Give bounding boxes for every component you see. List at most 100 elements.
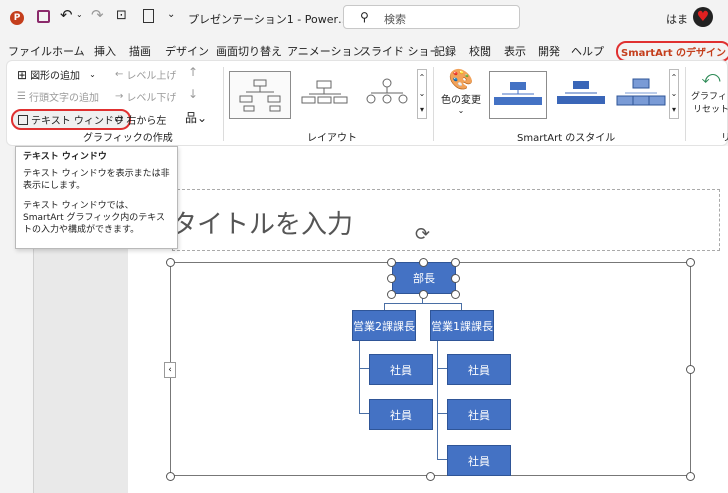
ribbon-tabs: ファイル ホーム 挿入 描画 デザイン 画面切り替え アニメーション スライド … <box>0 38 728 62</box>
style-gallery-scroll[interactable]: ⌃ ⌄ ▾ <box>669 69 679 119</box>
resize-handle[interactable] <box>686 258 695 267</box>
style-thumb-icon <box>557 81 605 104</box>
tab-help[interactable]: ヘルプ <box>571 43 604 59</box>
connector-line <box>437 459 447 460</box>
resize-handle[interactable] <box>387 290 396 299</box>
resize-handle[interactable] <box>387 274 396 283</box>
connector-line <box>359 413 369 414</box>
text-pane-label: テキスト ウィンドウ <box>31 116 124 127</box>
connector-line <box>437 368 447 369</box>
layout-option-3[interactable] <box>359 71 415 119</box>
reset-graphic-label-2: リセット <box>692 105 728 115</box>
undo-icon[interactable]: ↶ <box>60 6 73 24</box>
add-bullet-label: 行頭文字の追加 <box>28 93 99 104</box>
group-create-graphic: グラフィックの作成 <box>83 133 173 144</box>
resize-handle[interactable] <box>451 290 460 299</box>
org-node-employee[interactable]: 社員 <box>447 445 511 476</box>
tab-file[interactable]: ファイル <box>8 43 52 59</box>
add-bullet-button[interactable]: ☰ 行頭文字の追加 <box>17 89 99 104</box>
search-box[interactable]: ⚲ 検索 <box>343 5 520 29</box>
demote-button[interactable]: → レベル下げ <box>115 89 176 104</box>
layout-option-1[interactable] <box>229 71 291 119</box>
text-pane-toggle[interactable]: ‹ <box>164 362 176 378</box>
arrow-left-icon: ← <box>115 69 124 80</box>
add-shape-icon: ⊞ <box>17 67 28 82</box>
resize-handle[interactable] <box>686 472 695 481</box>
resize-handle[interactable] <box>166 472 175 481</box>
style-option-2[interactable] <box>553 71 609 119</box>
customize-qat-icon[interactable]: ⌄ <box>167 9 175 20</box>
org-node-section2-manager[interactable]: 営業2課課長 <box>352 310 416 341</box>
circle-hierarchy-thumb-icon <box>366 78 408 104</box>
tab-animations[interactable]: アニメーション <box>287 43 364 59</box>
connector-line <box>359 341 360 414</box>
connector-line <box>437 413 447 414</box>
tab-record[interactable]: 記録 <box>434 43 456 59</box>
new-file-icon[interactable] <box>143 9 154 23</box>
group-smartart-styles: SmartArt のスタイル <box>517 133 616 144</box>
separator <box>433 67 434 141</box>
undo-dropdown-icon[interactable]: ⌄ <box>76 10 83 19</box>
layout-option-2[interactable] <box>297 71 353 119</box>
move-up-icon[interactable]: ↑ <box>188 65 198 79</box>
org-node-employee[interactable]: 社員 <box>447 354 511 385</box>
chevron-down-icon: ⌄ <box>89 70 96 79</box>
resize-handle[interactable] <box>166 258 175 267</box>
org-node-employee[interactable]: 社員 <box>369 354 433 385</box>
rotate-handle-icon[interactable]: ⟳ <box>415 224 430 245</box>
style-option-3[interactable] <box>613 71 669 119</box>
layout-gallery-scroll[interactable]: ⌃ ⌄ ▾ <box>417 69 427 119</box>
tab-design[interactable]: デザイン <box>165 43 209 59</box>
right-to-left-button[interactable]: ⇄ 右から左 <box>115 112 166 127</box>
resize-handle[interactable] <box>451 258 460 267</box>
style-thumb-icon <box>494 82 542 105</box>
tab-home[interactable]: ホーム <box>52 43 85 59</box>
hierarchy-thumb-icon <box>301 80 348 104</box>
tab-smartart-design[interactable]: SmartArt のデザイン <box>616 41 728 62</box>
org-node-employee[interactable]: 社員 <box>447 399 511 430</box>
resize-handle[interactable] <box>419 290 428 299</box>
present-icon[interactable]: ⊡ <box>116 8 127 23</box>
resize-handle[interactable] <box>387 258 396 267</box>
separator <box>685 67 686 141</box>
resize-handle[interactable] <box>419 258 428 267</box>
right-to-left-label: 右から左 <box>126 116 167 127</box>
style-option-1[interactable] <box>489 71 547 119</box>
title-placeholder[interactable]: タイトルを入力 <box>171 189 720 251</box>
tab-insert[interactable]: 挿入 <box>94 43 116 59</box>
resize-handle[interactable] <box>451 274 460 283</box>
add-shape-button[interactable]: ⊞ 図形の追加 ⌄ <box>17 67 96 83</box>
tab-transitions[interactable]: 画面切り替え <box>216 43 282 59</box>
swap-arrows-icon: ⇄ <box>115 114 124 125</box>
document-title: プレゼンテーション1 - Power… <box>188 13 349 26</box>
tooltip-title: テキスト ウィンドウ <box>23 152 107 162</box>
user-name[interactable]: はま <box>666 11 688 27</box>
tooltip-detail: テキスト ウィンドウでは、SmartArt グラフィック内のテキストの入力や構成… <box>23 201 166 235</box>
text-pane-button[interactable]: テキスト ウィンドウ <box>11 109 131 130</box>
slide-canvas[interactable]: タイトルを入力 ‹ 部長 ⟳ 営業2課課長 営業1課課長 社員 社員 社員 社員… <box>128 146 728 493</box>
search-input: 検索 <box>384 13 406 26</box>
promote-label: レベル上げ <box>126 71 177 82</box>
change-colors-button[interactable]: 🎨 色の変更 ⌄ <box>439 67 483 123</box>
connector-line <box>359 368 369 369</box>
layout-menu-icon[interactable]: 品⌄ <box>185 109 207 126</box>
connector-line <box>384 303 461 304</box>
separator <box>223 67 224 141</box>
org-node-section1-manager[interactable]: 営業1課課長 <box>430 310 494 341</box>
demote-label: レベル下げ <box>126 93 177 104</box>
org-node-employee[interactable]: 社員 <box>369 399 433 430</box>
tab-developer[interactable]: 開発 <box>538 43 560 59</box>
tab-slideshow[interactable]: スライド ショー <box>360 43 441 59</box>
tab-draw[interactable]: 描画 <box>129 43 151 59</box>
tab-review[interactable]: 校閲 <box>469 43 491 59</box>
redo-icon[interactable]: ↷ <box>91 6 104 24</box>
avatar[interactable]: ♥ <box>693 7 713 27</box>
save-icon[interactable] <box>37 10 50 23</box>
promote-button[interactable]: ← レベル上げ <box>115 67 176 82</box>
tab-view[interactable]: 表示 <box>504 43 526 59</box>
resize-handle[interactable] <box>686 365 695 374</box>
palette-icon: 🎨 <box>448 67 474 91</box>
resize-handle[interactable] <box>426 472 435 481</box>
reset-graphic-button[interactable]: ⤺ グラフィックの リセット <box>691 67 728 123</box>
move-down-icon[interactable]: ↓ <box>188 87 198 101</box>
